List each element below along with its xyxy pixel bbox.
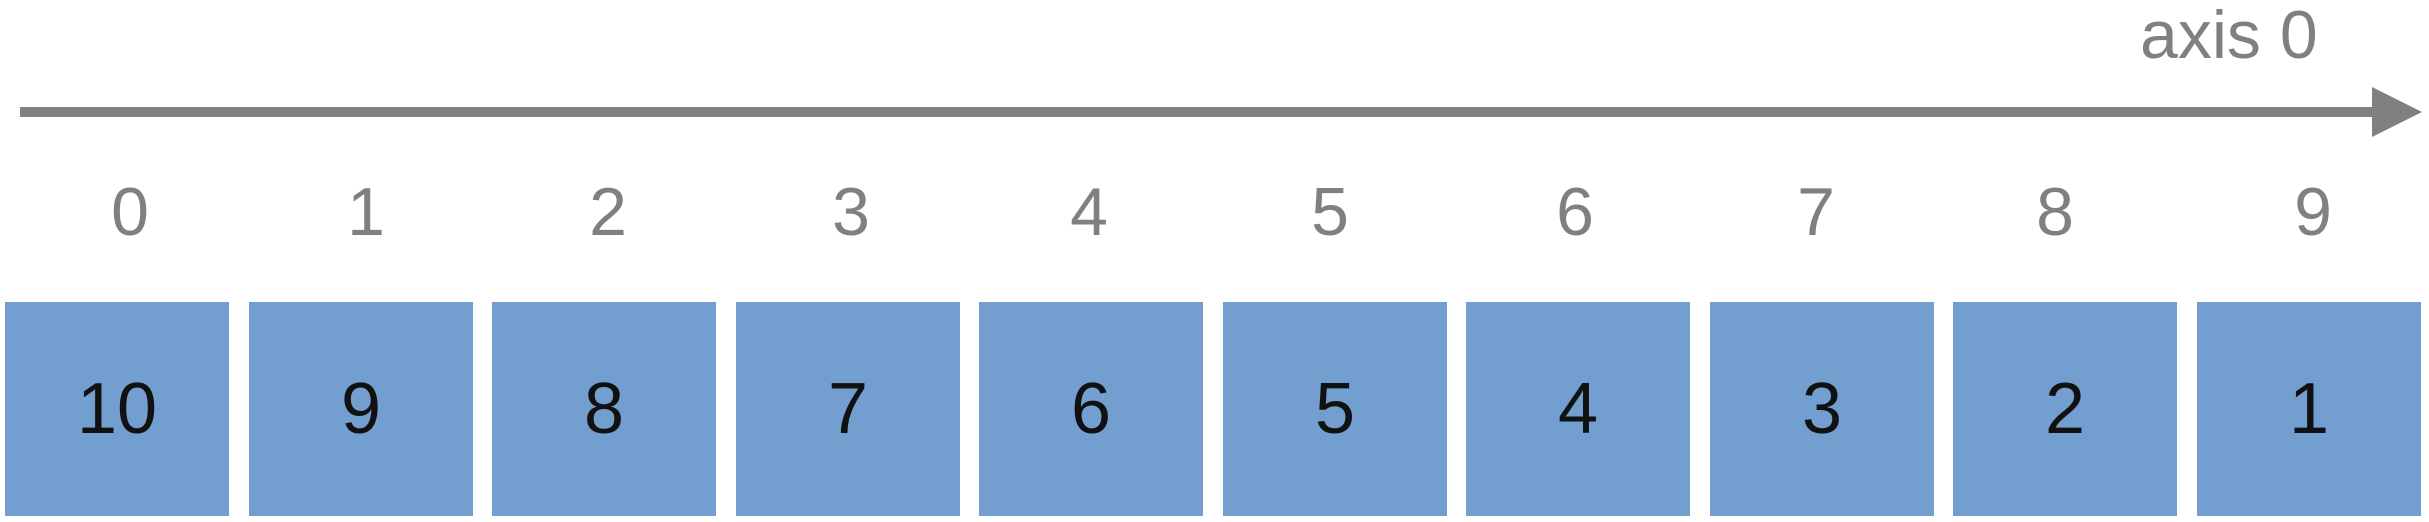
cell-value: 9 bbox=[340, 369, 382, 449]
array-cell: 6 bbox=[979, 302, 1203, 516]
index-label: 4 bbox=[1070, 174, 1108, 250]
cell-value: 8 bbox=[583, 369, 625, 449]
array-cell: 8 bbox=[492, 302, 716, 516]
index-label: 1 bbox=[347, 174, 385, 250]
index-label: 7 bbox=[1797, 174, 1835, 250]
index-label: 5 bbox=[1311, 174, 1349, 250]
array-cell: 4 bbox=[1466, 302, 1690, 516]
cell-value: 2 bbox=[2044, 369, 2086, 449]
index-label: 6 bbox=[1556, 174, 1594, 250]
array-cell: 3 bbox=[1710, 302, 1934, 516]
arrow-head-icon bbox=[2372, 87, 2422, 137]
cell-value: 5 bbox=[1314, 369, 1356, 449]
array-cell: 10 bbox=[5, 302, 229, 516]
cell-value: 7 bbox=[827, 369, 869, 449]
index-label: 2 bbox=[589, 174, 627, 250]
array-cells: 10 9 8 7 6 5 4 3 2 1 bbox=[0, 302, 2429, 516]
array-cell: 7 bbox=[736, 302, 960, 516]
index-label: 9 bbox=[2294, 174, 2332, 250]
axis-label: axis 0 bbox=[2140, 0, 2318, 73]
index-label: 0 bbox=[111, 174, 149, 250]
array-cell: 9 bbox=[249, 302, 473, 516]
index-row: 0 1 2 3 4 5 6 7 8 9 bbox=[0, 172, 2429, 252]
index-label: 8 bbox=[2036, 174, 2074, 250]
array-cell: 5 bbox=[1223, 302, 1447, 516]
cell-value: 4 bbox=[1557, 369, 1599, 449]
cell-value: 1 bbox=[2288, 369, 2330, 449]
cell-value: 6 bbox=[1070, 369, 1112, 449]
index-label: 3 bbox=[832, 174, 870, 250]
cell-value: 10 bbox=[76, 369, 158, 449]
array-cell: 2 bbox=[1953, 302, 2177, 516]
array-cell: 1 bbox=[2197, 302, 2421, 516]
cell-value: 3 bbox=[1801, 369, 1843, 449]
